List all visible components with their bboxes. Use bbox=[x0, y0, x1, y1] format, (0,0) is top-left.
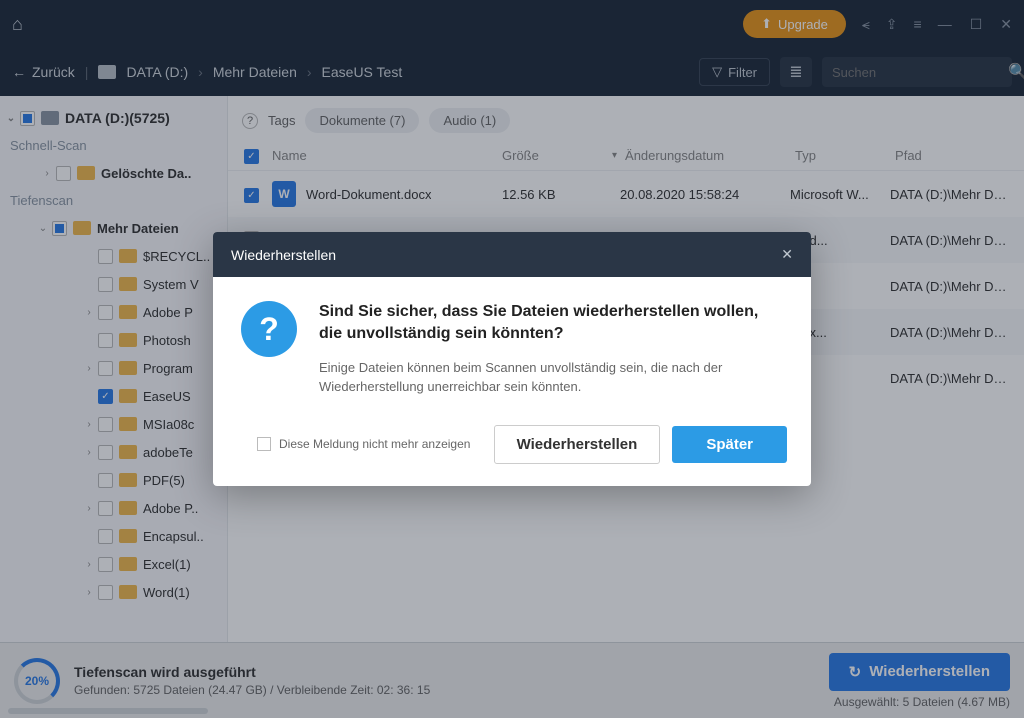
modal-body-text: Einige Dateien können beim Scannen unvol… bbox=[319, 358, 783, 397]
modal-close-icon[interactable]: ✕ bbox=[781, 246, 793, 263]
dont-show-label: Diese Meldung nicht mehr anzeigen bbox=[279, 437, 470, 451]
confirm-dialog: Wiederherstellen ✕ ? Sind Sie sicher, da… bbox=[213, 232, 811, 486]
question-icon: ? bbox=[241, 301, 297, 357]
dont-show-checkbox[interactable] bbox=[257, 437, 271, 451]
confirm-button[interactable]: Wiederherstellen bbox=[494, 425, 661, 464]
modal-heading: Sind Sie sicher, dass Sie Dateien wieder… bbox=[319, 301, 783, 346]
modal-title: Wiederherstellen bbox=[231, 247, 336, 263]
later-button[interactable]: Später bbox=[672, 426, 787, 463]
modal-overlay: Wiederherstellen ✕ ? Sind Sie sicher, da… bbox=[0, 0, 1024, 718]
